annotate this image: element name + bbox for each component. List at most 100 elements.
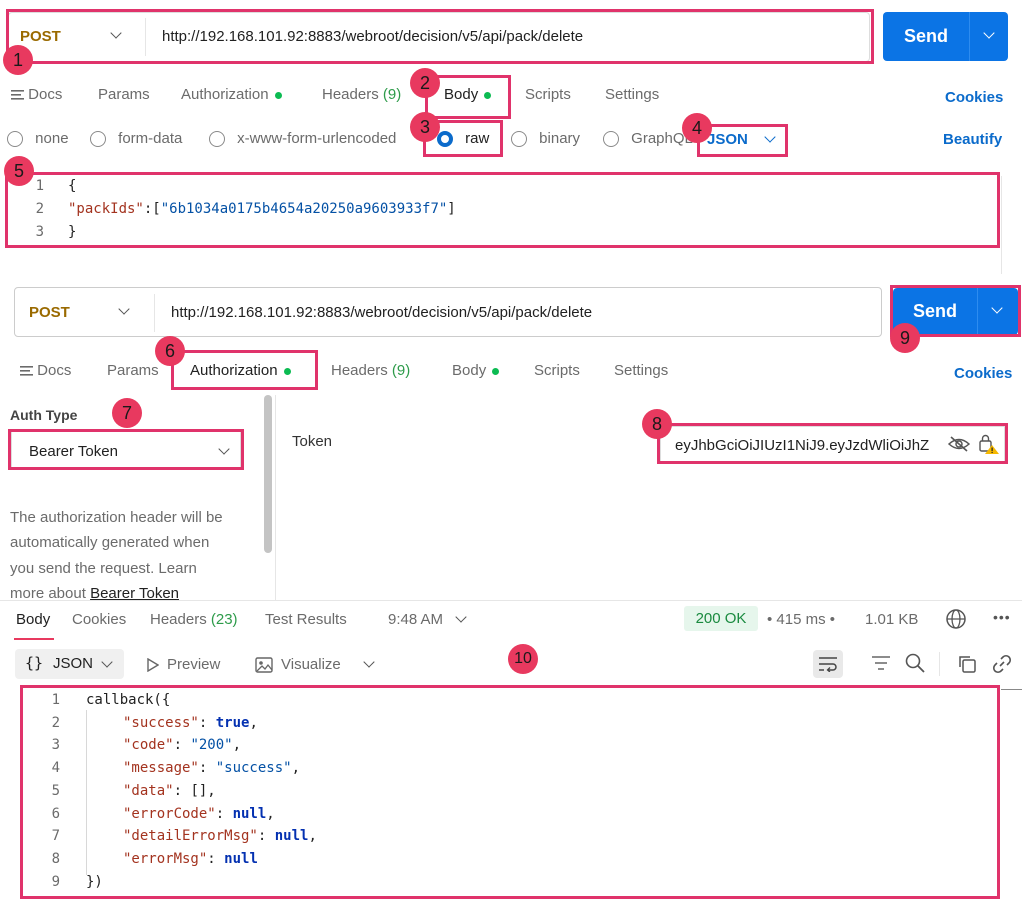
annotation-badge-3: 3: [410, 112, 440, 142]
radio-icon: [209, 131, 225, 148]
tab-params[interactable]: Params: [107, 362, 159, 379]
body-mode-graphql[interactable]: GraphQL: [603, 130, 693, 148]
tab-headers[interactable]: Headers (9): [322, 86, 401, 103]
response-size: 1.01 KB: [865, 611, 919, 628]
preview-button[interactable]: Preview: [147, 656, 220, 673]
help-line: automatically generated when: [10, 534, 210, 552]
chevron-down-icon[interactable]: [363, 656, 375, 668]
auth-type-label: Auth Type: [10, 407, 78, 423]
highlight-box: [5, 172, 1000, 248]
divider: [1001, 689, 1022, 690]
tab-docs[interactable]: Docs: [20, 362, 71, 380]
tab-count: (23): [210, 611, 238, 628]
auth-panel-scrollbar[interactable]: [264, 395, 272, 553]
highlight-box: [6, 9, 874, 64]
divider: [154, 294, 155, 332]
response-format-select[interactable]: {} JSON: [15, 649, 124, 679]
tab-settings[interactable]: Settings: [605, 86, 659, 103]
request1-send-options-button[interactable]: [969, 12, 1008, 61]
body-mode-none[interactable]: none: [7, 130, 69, 148]
copy-icon[interactable]: [957, 654, 977, 678]
docs-icon: [11, 87, 24, 104]
cookies-link[interactable]: Cookies: [945, 89, 1003, 106]
link-icon[interactable]: [992, 654, 1012, 678]
scrollbar-track: [1001, 176, 1002, 274]
highlight-box: [8, 429, 244, 470]
tab-settings[interactable]: Settings: [614, 362, 668, 379]
tab-label: Docs: [37, 362, 72, 379]
filter-icon[interactable]: [871, 655, 891, 675]
tab-count: (9): [382, 86, 402, 103]
request2-method-select[interactable]: POST: [29, 304, 70, 321]
format-label: JSON: [53, 655, 94, 672]
annotation-badge-10: 10: [508, 644, 538, 674]
annotation-badge-8: 8: [642, 409, 672, 439]
response-history-select[interactable]: 9:48 AM: [388, 611, 467, 628]
tab-body[interactable]: Body: [452, 362, 500, 379]
play-icon: [147, 657, 160, 673]
cookies-link[interactable]: Cookies: [954, 365, 1012, 382]
tab-label: Body: [452, 362, 487, 379]
tab-authorization[interactable]: Authorization: [181, 86, 282, 103]
tab-docs[interactable]: Docs: [11, 86, 62, 104]
search-icon[interactable]: [905, 653, 925, 677]
radio-label: form-data: [118, 130, 183, 147]
annotation-badge-5: 5: [4, 156, 34, 186]
annotation-badge-9: 9: [890, 323, 920, 353]
preview-label: Preview: [167, 656, 221, 673]
docs-icon: [20, 363, 33, 380]
tab-label: Docs: [28, 86, 63, 103]
beautify-button[interactable]: Beautify: [943, 131, 1002, 148]
visualize-label: Visualize: [281, 656, 341, 673]
body-mode-urlencoded[interactable]: x-www-form-urlencoded: [209, 130, 397, 148]
radio-icon: [603, 131, 619, 148]
annotation-badge-2: 2: [410, 68, 440, 98]
response-tab-cookies[interactable]: Cookies: [72, 611, 126, 628]
response-duration: • 415 ms •: [767, 611, 836, 628]
request2-url-input[interactable]: http://192.168.101.92:8883/webroot/decis…: [171, 304, 592, 321]
radio-icon: [511, 131, 527, 148]
response-tab-test-results[interactable]: Test Results: [265, 611, 347, 628]
divider: [0, 600, 1022, 601]
radio-label: none: [35, 130, 69, 147]
chevron-down-icon: [983, 27, 995, 39]
status-dot: [492, 367, 500, 375]
tab-scripts[interactable]: Scripts: [525, 86, 571, 103]
request1-send-button[interactable]: Send: [883, 12, 969, 61]
help-line: you send the request. Learn: [10, 559, 197, 577]
annotation-badge-6: 6: [155, 336, 185, 366]
wrap-lines-button[interactable]: [813, 650, 843, 678]
response-tab-headers[interactable]: Headers (23): [150, 611, 238, 628]
help-line: The authorization header will be: [10, 509, 223, 526]
annotation-badge-4: 4: [682, 113, 712, 143]
globe-icon[interactable]: [945, 608, 967, 634]
radio-label: x-www-form-urlencoded: [237, 130, 397, 147]
tab-headers[interactable]: Headers (9): [331, 362, 410, 379]
annotation-badge-7: 7: [112, 398, 142, 428]
duration-value: 415 ms: [776, 611, 826, 628]
highlight-box: [20, 685, 1000, 899]
tab-params[interactable]: Params: [98, 86, 150, 103]
radio-icon: [7, 131, 23, 148]
more-options-icon[interactable]: •••: [993, 609, 1011, 625]
status-dot: [274, 91, 282, 99]
tab-scripts[interactable]: Scripts: [534, 362, 580, 379]
body-mode-binary[interactable]: binary: [511, 130, 581, 148]
radio-icon: [90, 131, 106, 148]
annotation-badge-1: 1: [3, 45, 33, 75]
response-tab-body[interactable]: Body: [16, 611, 50, 628]
visualize-button[interactable]: Visualize: [255, 656, 341, 673]
tab-label: Headers: [150, 611, 207, 628]
auth-help-text: The authorization header will be automat…: [10, 505, 260, 606]
radio-label: binary: [539, 130, 581, 147]
wrap-icon: [819, 657, 837, 672]
body-mode-form-data[interactable]: form-data: [90, 130, 183, 148]
active-tab-indicator: [14, 638, 54, 640]
image-icon: [255, 657, 273, 673]
divider: [939, 652, 940, 676]
token-label: Token: [292, 433, 333, 450]
chevron-down-icon: [101, 656, 113, 668]
chevron-down-icon: [455, 611, 467, 623]
tab-count: (9): [391, 362, 411, 379]
response-time-label: 9:48 AM: [388, 611, 444, 628]
